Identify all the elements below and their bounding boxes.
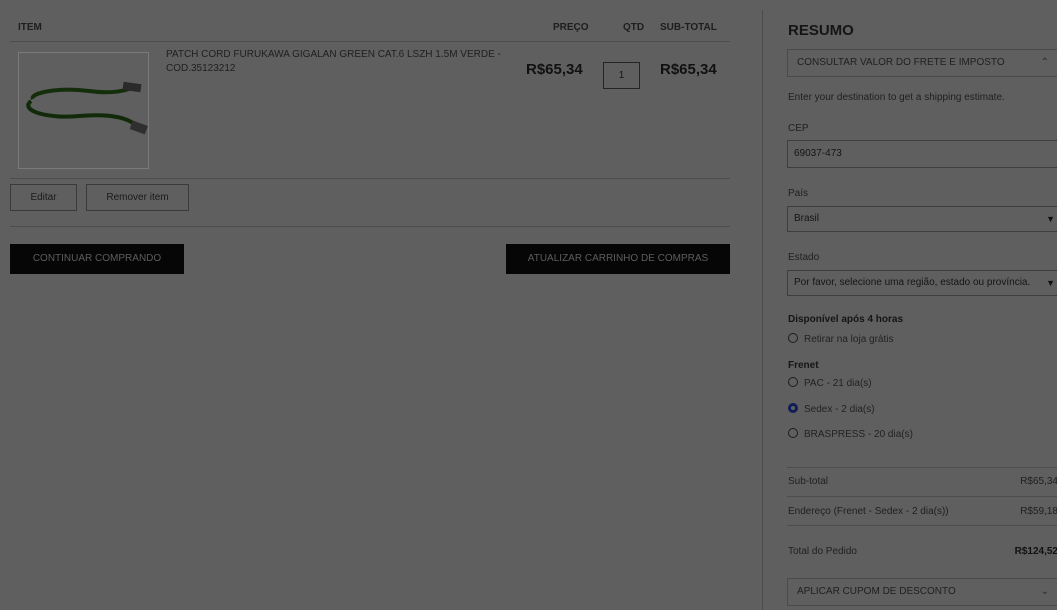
radio-button[interactable] <box>788 428 798 438</box>
radio-button[interactable] <box>788 377 798 387</box>
header-item: ITEM <box>18 22 42 33</box>
country-label: País <box>788 188 809 199</box>
remove-item-button[interactable]: Remover item <box>86 184 189 211</box>
divider <box>10 178 730 179</box>
caret-down-icon: ▼ <box>1046 278 1055 288</box>
totals-label: Endereço (Frenet - Sedex - 2 dia(s)) <box>788 506 949 517</box>
continue-shopping-button[interactable]: CONTINUAR COMPRANDO <box>10 244 184 274</box>
totals-row-shipping: Endereço (Frenet - Sedex - 2 dia(s)) R$5… <box>788 506 1057 517</box>
update-cart-button[interactable]: ATUALIZAR CARRINHO DE COMPRAS <box>506 244 730 274</box>
cart-header: ITEM PREÇO QTD SUB-TOTAL <box>10 10 730 42</box>
header-subtotal: SUB-TOTAL <box>660 22 717 33</box>
edit-button[interactable]: Editar <box>10 184 77 211</box>
coupon-toggle-label: APLICAR CUPOM DE DESCONTO <box>797 586 956 597</box>
patch-cord-icon <box>26 81 148 135</box>
summary-title: RESUMO <box>788 22 854 39</box>
product-subtotal: R$65,34 <box>660 61 717 78</box>
chevron-up-icon: ⌃ <box>1040 57 1049 68</box>
discount-coupon-toggle[interactable]: APLICAR CUPOM DE DESCONTO ⌄ <box>787 578 1057 606</box>
cart-page: ITEM PREÇO QTD SUB-TOTAL PATCH CORD FURU… <box>0 0 1057 610</box>
divider <box>787 525 1057 526</box>
cep-input[interactable]: 69037-473 <box>787 140 1057 168</box>
shipping-hint: Enter your destination to get a shipping… <box>788 92 1005 103</box>
radio-button-selected[interactable] <box>788 403 798 413</box>
quantity-input[interactable]: 1 <box>603 62 640 89</box>
totals-label: Total do Pedido <box>788 546 857 557</box>
option-label: PAC - 21 dia(s) <box>804 378 872 389</box>
shipping-estimate-toggle[interactable]: CONSULTAR VALOR DO FRETE E IMPOSTO ⌃ <box>787 49 1057 77</box>
radio-button[interactable] <box>788 333 798 343</box>
totals-row-order-total: Total do Pedido R$124,52 <box>788 546 1057 557</box>
shipping-option-pickup[interactable]: Retirar na loja grátis <box>788 333 893 347</box>
shipping-option-pac[interactable]: PAC - 21 dia(s) <box>788 377 872 391</box>
order-summary: RESUMO CONSULTAR VALOR DO FRETE E IMPOST… <box>762 10 1057 610</box>
product-name[interactable]: PATCH CORD FURUKAWA GIGALAN GREEN CAT.6 … <box>166 48 526 76</box>
totals-label: Sub-total <box>788 476 829 487</box>
totals-value: R$65,34 <box>1020 476 1057 487</box>
shipping-option-braspress[interactable]: BRASPRESS - 20 dia(s) <box>788 428 913 442</box>
chevron-down-icon: ⌄ <box>1040 586 1049 597</box>
shipping-toggle-label: CONSULTAR VALOR DO FRETE E IMPOSTO <box>797 57 1005 68</box>
state-value: Por favor, selecione uma região, estado … <box>794 277 1031 288</box>
caret-down-icon: ▼ <box>1046 214 1055 224</box>
cep-label: CEP <box>788 123 809 134</box>
product-image[interactable] <box>18 52 149 169</box>
pickup-group-label: Disponível após 4 horas <box>788 314 904 325</box>
product-price: R$65,34 <box>526 61 583 78</box>
divider <box>10 226 730 227</box>
option-label: Sedex - 2 dia(s) <box>804 404 875 415</box>
divider <box>787 467 1057 468</box>
country-value: Brasil <box>794 213 820 224</box>
divider <box>787 496 1057 497</box>
totals-value: R$124,52 <box>1014 546 1057 557</box>
option-label: BRASPRESS - 20 dia(s) <box>804 429 913 440</box>
frenet-group-label: Frenet <box>788 360 819 371</box>
header-price: PREÇO <box>553 22 589 33</box>
state-label: Estado <box>788 252 820 263</box>
totals-row-subtotal: Sub-total R$65,34 <box>788 476 1057 487</box>
totals-value: R$59,18 <box>1020 506 1057 517</box>
state-select[interactable]: Por favor, selecione uma região, estado … <box>787 270 1057 296</box>
cart-table: ITEM PREÇO QTD SUB-TOTAL PATCH CORD FURU… <box>0 10 742 610</box>
shipping-option-sedex[interactable]: Sedex - 2 dia(s) <box>788 403 875 417</box>
header-qty: QTD <box>623 22 645 33</box>
option-label: Retirar na loja grátis <box>804 334 894 345</box>
country-select[interactable]: Brasil ▼ <box>787 206 1057 232</box>
